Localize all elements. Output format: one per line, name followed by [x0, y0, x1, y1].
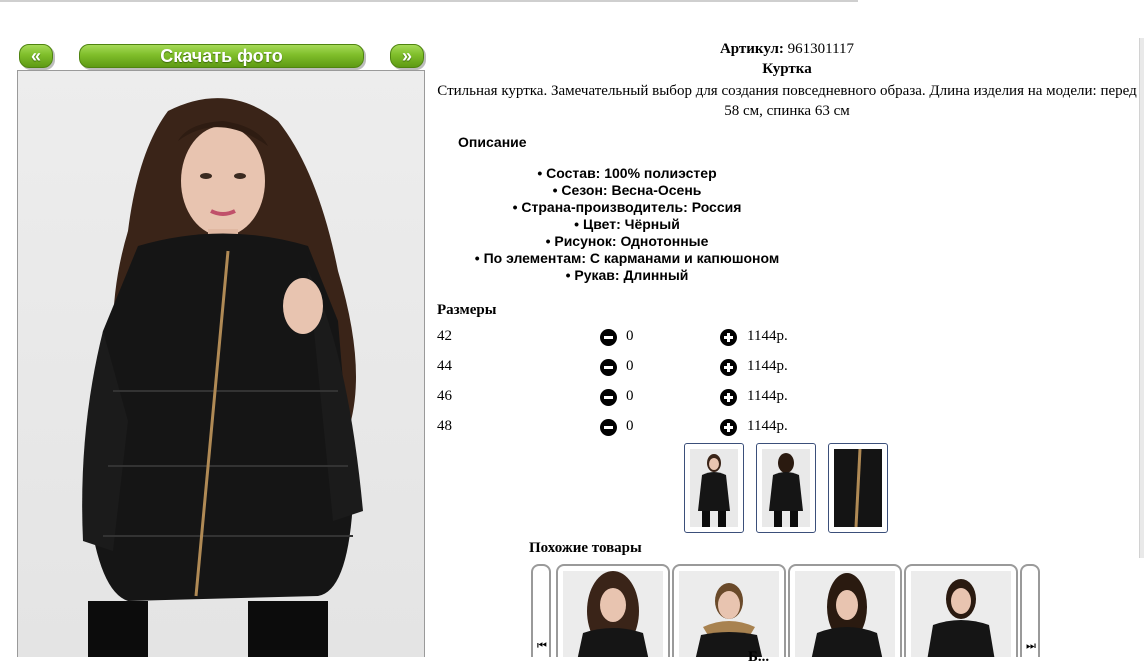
- photo-thumbnail[interactable]: [828, 443, 888, 533]
- product-title: Куртка: [762, 61, 812, 77]
- size-row: 44 0 1144р.: [437, 358, 837, 378]
- plus-icon[interactable]: [720, 389, 737, 406]
- size-row: 46 0 1144р.: [437, 388, 837, 408]
- minus-icon[interactable]: [600, 329, 617, 346]
- top-divider: [0, 0, 858, 2]
- property-item: Состав: 100% полиэстер: [437, 165, 817, 182]
- property-item: По элементам: С карманами и капюшоном: [437, 250, 817, 267]
- plus-icon[interactable]: [720, 419, 737, 436]
- properties-list: Состав: 100% полиэстер Сезон: Весна-Осен…: [437, 165, 817, 284]
- sizes-title: Размеры: [437, 302, 497, 318]
- size-price: 1144р.: [747, 388, 788, 404]
- article-line: Артикул: 961301117: [436, 41, 1138, 58]
- article-value: 961301117: [787, 41, 855, 57]
- size-row: 42 0 1144р.: [437, 328, 837, 348]
- minus-icon[interactable]: [600, 389, 617, 406]
- plus-icon[interactable]: [720, 359, 737, 376]
- size-price: 1144р.: [747, 358, 788, 374]
- property-item: Рисунок: Однотонные: [437, 233, 817, 250]
- size-price: 1144р.: [747, 328, 788, 344]
- carousel-prev-button[interactable]: ⏮: [531, 564, 551, 657]
- article-label: Артикул:: [719, 41, 784, 57]
- size-label: 42: [437, 328, 452, 344]
- size-quantity: 0: [626, 328, 634, 344]
- similar-product[interactable]: [904, 564, 1018, 657]
- property-item: Цвет: Чёрный: [437, 216, 817, 233]
- minus-icon[interactable]: [600, 359, 617, 376]
- plus-icon[interactable]: [720, 329, 737, 346]
- similar-product[interactable]: [672, 564, 786, 657]
- page-scrollbar[interactable]: [1139, 38, 1144, 558]
- size-row: 48 0 1144р.: [437, 418, 837, 438]
- similar-product[interactable]: [556, 564, 670, 657]
- property-item: Сезон: Весна-Осень: [437, 182, 817, 199]
- description-title: Описание: [458, 134, 527, 150]
- main-product-photo: [17, 70, 425, 657]
- size-label: 44: [437, 358, 452, 374]
- download-photo-button[interactable]: Скачать фото: [79, 44, 364, 68]
- size-quantity: 0: [626, 388, 634, 404]
- photo-thumbnail[interactable]: [756, 443, 816, 533]
- skip-back-icon: ⏮: [537, 639, 547, 652]
- property-item: Рукав: Длинный: [437, 267, 817, 284]
- size-label: 48: [437, 418, 452, 434]
- size-price: 1144р.: [747, 418, 788, 434]
- size-quantity: 0: [626, 418, 634, 434]
- property-item: Страна-производитель: Россия: [437, 199, 817, 216]
- similar-product[interactable]: [788, 564, 902, 657]
- size-quantity: 0: [626, 358, 634, 374]
- minus-icon[interactable]: [600, 419, 617, 436]
- skip-forward-icon: ⏭: [1026, 639, 1036, 652]
- similar-products-title: Похожие товары: [529, 540, 642, 556]
- photo-thumbnail[interactable]: [684, 443, 744, 533]
- carousel-next-button[interactable]: ⏭: [1020, 564, 1040, 657]
- prev-photo-button[interactable]: «: [19, 44, 53, 68]
- truncated-label: Б...: [748, 649, 770, 665]
- product-description: Стильная куртка. Замечательный выбор для…: [437, 83, 1137, 119]
- next-photo-button[interactable]: »: [390, 44, 424, 68]
- size-label: 46: [437, 388, 452, 404]
